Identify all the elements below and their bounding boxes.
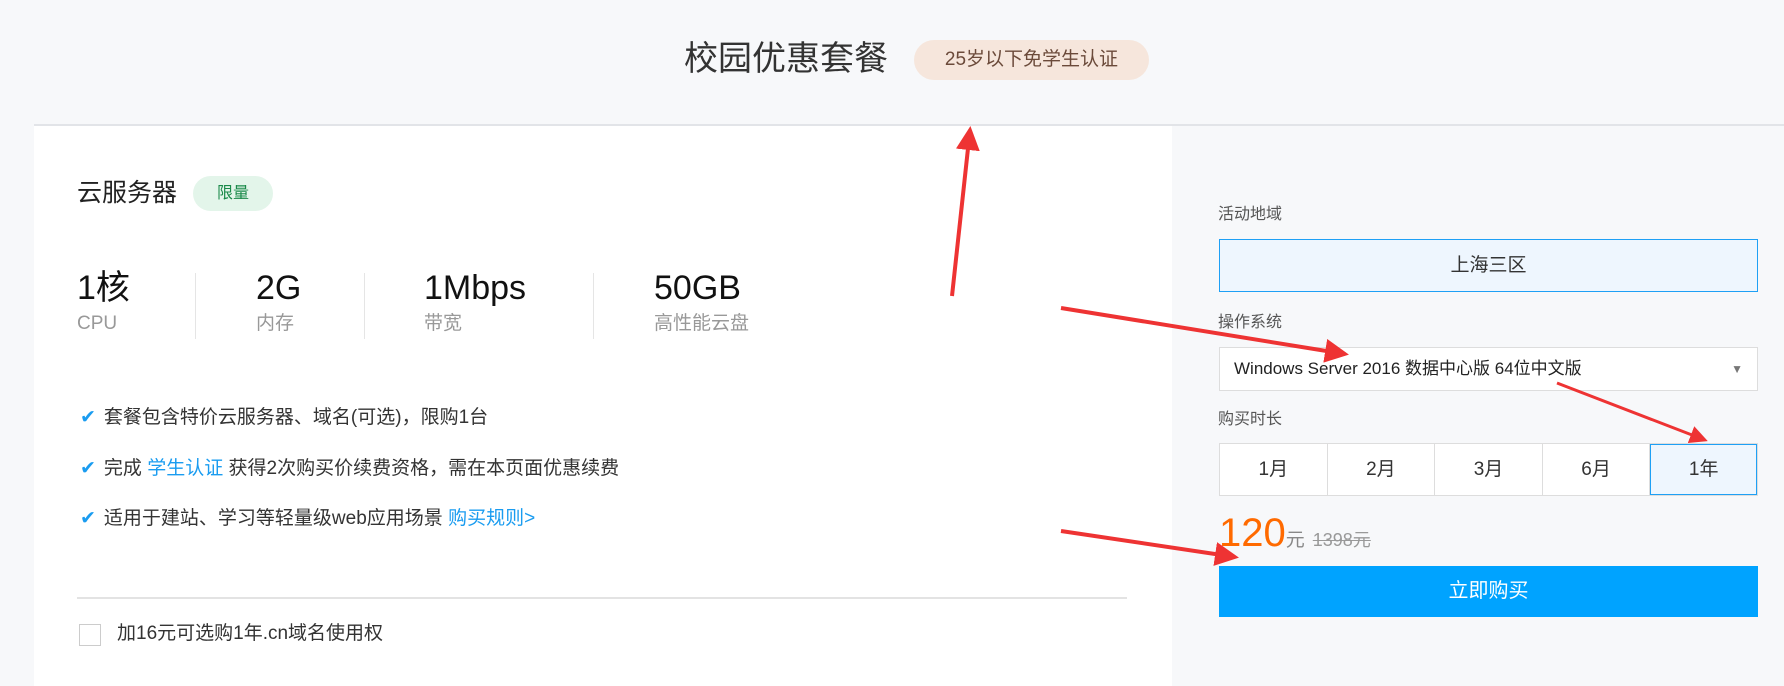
divider xyxy=(195,273,196,339)
divider xyxy=(77,597,1127,599)
os-label: 操作系统 xyxy=(1218,314,1283,331)
annotation-arrow xyxy=(1556,381,1708,444)
spec-disk-label: 高性能云盘 xyxy=(654,313,750,334)
spec-memory-value: 2G xyxy=(256,269,302,307)
check-icon: ✔ xyxy=(80,458,96,479)
feature-item: ✔ 完成 学生认证 获得2次购买价续费资格，需在本页面优惠续费 xyxy=(80,456,619,482)
price-unit: 元 xyxy=(1285,530,1305,551)
duration-option-2-month[interactable]: 2月 xyxy=(1328,444,1436,495)
divider xyxy=(364,273,365,339)
divider xyxy=(593,273,594,339)
original-price: 1398元 xyxy=(1312,530,1371,550)
region-label: 活动地域 xyxy=(1218,206,1283,223)
feature-text: 获得2次购买价续费资格，需在本页面优惠续费 xyxy=(223,458,620,479)
spec-cpu-value: 1核 xyxy=(77,269,130,307)
page-title: 校园优惠套餐 xyxy=(684,40,888,78)
spec-cpu-label: CPU xyxy=(77,313,118,334)
spec-memory-label: 内存 xyxy=(256,313,295,334)
spec-disk-value: 50GB xyxy=(654,269,741,307)
feature-text: 套餐包含特价云服务器、域名(可选)，限购1台 xyxy=(103,407,489,428)
duration-option-1-year[interactable]: 1年 xyxy=(1650,444,1757,495)
limited-badge: 限量 xyxy=(193,176,273,211)
duration-option-6-month[interactable]: 6月 xyxy=(1543,444,1651,495)
duration-selector: 1月 2月 3月 6月 1年 xyxy=(1219,443,1758,496)
duration-option-1-month[interactable]: 1月 xyxy=(1220,444,1328,495)
dropdown-arrow-icon: ▼ xyxy=(1731,362,1743,376)
duration-option-3-month[interactable]: 3月 xyxy=(1435,444,1543,495)
check-icon: ✔ xyxy=(80,508,96,529)
student-badge: 25岁以下免学生认证 xyxy=(914,40,1149,80)
purchase-rules-link[interactable]: 购买规则> xyxy=(448,508,535,529)
spec-bandwidth-label: 带宽 xyxy=(424,313,463,334)
feature-text: 适用于建站、学习等轻量级web应用场景 xyxy=(103,508,449,529)
feature-item: ✔ 套餐包含特价云服务器、域名(可选)，限购1台 xyxy=(80,405,488,431)
os-select[interactable]: Windows Server 2016 数据中心版 64位中文版 ▼ xyxy=(1219,347,1758,391)
spec-bandwidth-value: 1Mbps xyxy=(424,269,527,307)
student-auth-link[interactable]: 学生认证 xyxy=(147,458,223,479)
duration-label: 购买时长 xyxy=(1218,411,1283,428)
product-title: 云服务器 xyxy=(77,179,178,207)
domain-checkbox-label[interactable]: 加16元可选购1年.cn域名使用权 xyxy=(117,621,383,647)
feature-text: 完成 xyxy=(103,458,148,479)
price-value: 120 xyxy=(1219,511,1286,555)
check-icon: ✔ xyxy=(80,407,96,428)
feature-item: ✔ 适用于建站、学习等轻量级web应用场景 购买规则> xyxy=(80,506,535,532)
os-selected-value: Windows Server 2016 数据中心版 64位中文版 xyxy=(1234,359,1582,378)
region-option[interactable]: 上海三区 xyxy=(1219,239,1758,292)
domain-checkbox[interactable] xyxy=(79,624,101,646)
price: 120元 1398元 xyxy=(1219,510,1371,565)
buy-now-button[interactable]: 立即购买 xyxy=(1219,566,1758,617)
